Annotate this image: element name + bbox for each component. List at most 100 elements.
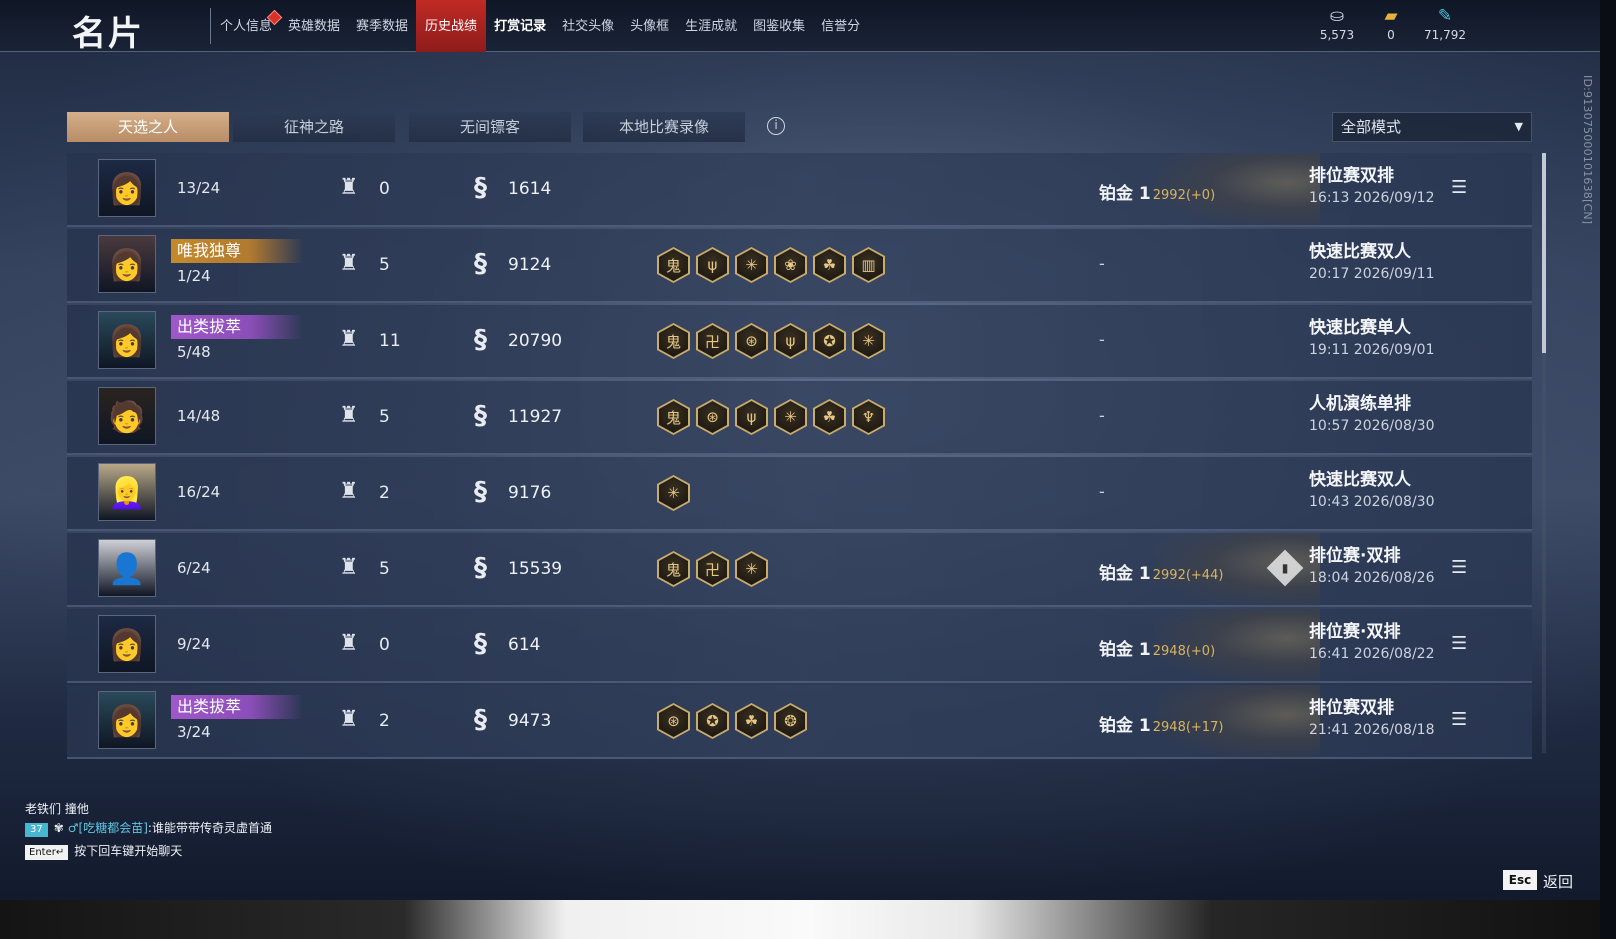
placement-rank: 5/48 <box>177 343 211 361</box>
nav-tab[interactable]: 打赏记录 <box>486 0 554 52</box>
medal-icon[interactable]: ⊛ <box>735 323 768 359</box>
medal-icon[interactable]: ❂ <box>774 703 807 739</box>
score-value: 9473 <box>508 711 552 731</box>
esc-key-icon[interactable]: Esc <box>1503 870 1537 890</box>
nav-tab-label: 图鉴收集 <box>753 19 806 34</box>
nav-tab[interactable]: 个人信息 <box>212 0 283 52</box>
top-bar: 名片 个人信息 英雄数据 赛季数据 历史战绩 打赏记录 社交头像 头像框 生涯成就 图鉴收集 信誉… <box>0 0 1600 54</box>
rank-tier: 铂金 1 2948(+17) <box>1099 711 1223 736</box>
list-detail-icon[interactable]: ☰ <box>1451 177 1467 198</box>
medal-icon[interactable]: ▥ <box>852 247 885 283</box>
medal-icon[interactable]: ⊛ <box>657 703 690 739</box>
tab-3[interactable]: 本地比赛录像 <box>583 112 745 142</box>
kill-count: 11 <box>379 331 401 351</box>
medal-icon[interactable]: ✪ <box>696 703 729 739</box>
medal-icon[interactable]: ✳ <box>657 475 690 511</box>
avatar: 🧑 <box>98 387 156 445</box>
match-time: 20:17 2026/09/11 <box>1309 266 1435 282</box>
medal-glyph: ☘ <box>815 249 844 281</box>
tab-1[interactable]: 征神之路 <box>233 112 395 142</box>
score-icon: § <box>474 173 487 203</box>
kill-count: 5 <box>379 559 390 579</box>
nav-tab-label: 头像框 <box>630 19 670 34</box>
score-icon: § <box>474 705 487 735</box>
medal-icon[interactable]: ☘ <box>813 247 846 283</box>
medal-icon[interactable]: ψ <box>696 247 729 283</box>
match-row[interactable]: 👱‍♀️ 16/24 ♜ 2 § 9176 ✳ - 快速比赛双人 10:43 2026/08/30 <box>67 457 1532 531</box>
medal-list: ✳ <box>657 475 690 511</box>
list-detail-icon[interactable]: ☰ <box>1451 709 1467 730</box>
chat-input-hint[interactable]: Enter↵ 按下回车键开始聊天 <box>25 842 335 861</box>
medal-icon[interactable]: 鬼 <box>657 323 690 359</box>
match-row[interactable]: 👩 出类拔萃 5/48 ♜ 11 § 20790 鬼卍 ⊛ ψ ✪ ✳ - 快速比赛单人 19:11 202… <box>67 305 1532 379</box>
medal-glyph: ♆ <box>854 401 883 433</box>
match-row[interactable]: 👩 9/24 ♜ 0 § 614 铂金 1 2948(+0) 排位赛·双排 16:41 2026/… <box>67 609 1532 683</box>
nav-tab[interactable]: 历史战绩 <box>416 0 487 52</box>
medal-glyph: 鬼 <box>659 325 688 357</box>
kills-icon: ♜ <box>339 631 359 656</box>
medal-icon[interactable]: ✳ <box>774 399 807 435</box>
nav-tab[interactable]: 生涯成就 <box>677 0 745 52</box>
list-detail-icon[interactable]: ☰ <box>1451 557 1467 578</box>
mode-filter-select[interactable]: 全部模式 ▼ <box>1332 112 1532 142</box>
stats-chart-button[interactable]: ▮ <box>1266 549 1304 587</box>
placement-rank: 9/24 <box>177 635 211 653</box>
medal-icon[interactable]: ☘ <box>813 399 846 435</box>
back-button[interactable]: 返回 <box>1543 871 1573 892</box>
kills-icon: ♜ <box>339 555 359 580</box>
match-row[interactable]: 👤 6/24 ♜ 5 § 15539 鬼卍 ✳ 铂金 1 2992(+44) ▮ 排位赛·双排 18:0… <box>67 533 1532 607</box>
medal-icon[interactable]: 卍 <box>696 551 729 587</box>
nav-tab[interactable]: 图鉴收集 <box>745 0 813 52</box>
match-time: 10:43 2026/08/30 <box>1309 494 1435 510</box>
nav-tab[interactable]: 英雄数据 <box>280 0 348 52</box>
chat-panel: 老铁们 撞他 37 ✾ ♂[吃糖都会苗]:谁能带带传奇灵虚首通 Enter↵ 按下回车… <box>25 800 335 861</box>
placement-rank: 14/48 <box>177 407 221 425</box>
medal-icon[interactable]: ψ <box>735 399 768 435</box>
match-row[interactable]: 👩 唯我独尊 1/24 ♜ 5 § 9124 鬼 ψ ✳ ❀ ☘ ▥ - 快速比赛双人 20:17 2026/… <box>67 229 1532 303</box>
match-time: 21:41 2026/08/18 <box>1309 722 1435 738</box>
match-row[interactable]: 👩 13/24 ♜ 0 § 1614 铂金 1 2992(+0) 排位赛双排 16:13 2026… <box>67 153 1532 227</box>
feather-icon: ✎ <box>1437 6 1453 26</box>
medal-icon[interactable]: ✳ <box>852 323 885 359</box>
info-icon[interactable]: i <box>767 117 785 135</box>
medal-icon[interactable]: ❀ <box>774 247 807 283</box>
medal-icon[interactable]: 鬼 <box>657 551 690 587</box>
enter-key-icon: Enter↵ <box>25 845 69 860</box>
medal-icon[interactable]: ♆ <box>852 399 885 435</box>
tab-2[interactable]: 无间镖客 <box>409 112 571 142</box>
chat-message: 老铁们 撞他 <box>25 802 89 816</box>
game-mode: 排位赛双排 <box>1309 166 1394 186</box>
chat-hint-text: 按下回车键开始聊天 <box>74 844 183 858</box>
top-nav: 个人信息 英雄数据 赛季数据 历史战绩 打赏记录 社交头像 头像框 生涯成就 图鉴收集 信誉分 <box>212 0 868 52</box>
medal-icon[interactable]: ✪ <box>813 323 846 359</box>
nav-tab[interactable]: 信誉分 <box>813 0 868 52</box>
medal-glyph: ▥ <box>854 249 883 281</box>
medal-icon[interactable]: ⊛ <box>696 399 729 435</box>
bar-chart-icon: ▮ <box>1281 561 1289 575</box>
medal-icon[interactable]: 鬼 <box>657 399 690 435</box>
nav-tab[interactable]: 赛季数据 <box>348 0 416 52</box>
medal-glyph: 鬼 <box>659 553 688 585</box>
avatar: 👩 <box>98 159 156 217</box>
list-scrollbar[interactable] <box>1542 153 1546 753</box>
medal-icon[interactable]: ☘ <box>735 703 768 739</box>
currency-item: ✎ 71,792 <box>1410 6 1480 42</box>
medal-glyph: ☘ <box>815 401 844 433</box>
nav-tab[interactable]: 头像框 <box>622 0 677 52</box>
match-time: 18:04 2026/08/26 <box>1309 570 1435 586</box>
medal-list: 鬼 ψ ✳ ❀ ☘ ▥ <box>657 247 885 283</box>
medal-icon[interactable]: ψ <box>774 323 807 359</box>
match-row[interactable]: 🧑 14/48 ♜ 5 § 11927 鬼 ⊛ ψ ✳ ☘ ♆ - 人机演练单排 10:57 2026/08… <box>67 381 1532 455</box>
chat-sender[interactable]: ♂[吃糖都会苗] <box>68 821 148 835</box>
match-time: 10:57 2026/08/30 <box>1309 418 1435 434</box>
medal-icon[interactable]: 鬼 <box>657 247 690 283</box>
medal-icon[interactable]: ✳ <box>735 247 768 283</box>
tab-0[interactable]: 天选之人 <box>67 112 229 142</box>
scroll-thumb[interactable] <box>1542 153 1546 353</box>
nav-tab[interactable]: 社交头像 <box>554 0 622 52</box>
medal-glyph: ✳ <box>659 477 688 509</box>
medal-icon[interactable]: ✳ <box>735 551 768 587</box>
match-row[interactable]: 👩 出类拔萃 3/24 ♜ 2 § 9473 ⊛ ✪ ☘ ❂ 铂金 1 2948(+17) 排位赛双排 21… <box>67 685 1532 759</box>
medal-icon[interactable]: 卍 <box>696 323 729 359</box>
list-detail-icon[interactable]: ☰ <box>1451 633 1467 654</box>
